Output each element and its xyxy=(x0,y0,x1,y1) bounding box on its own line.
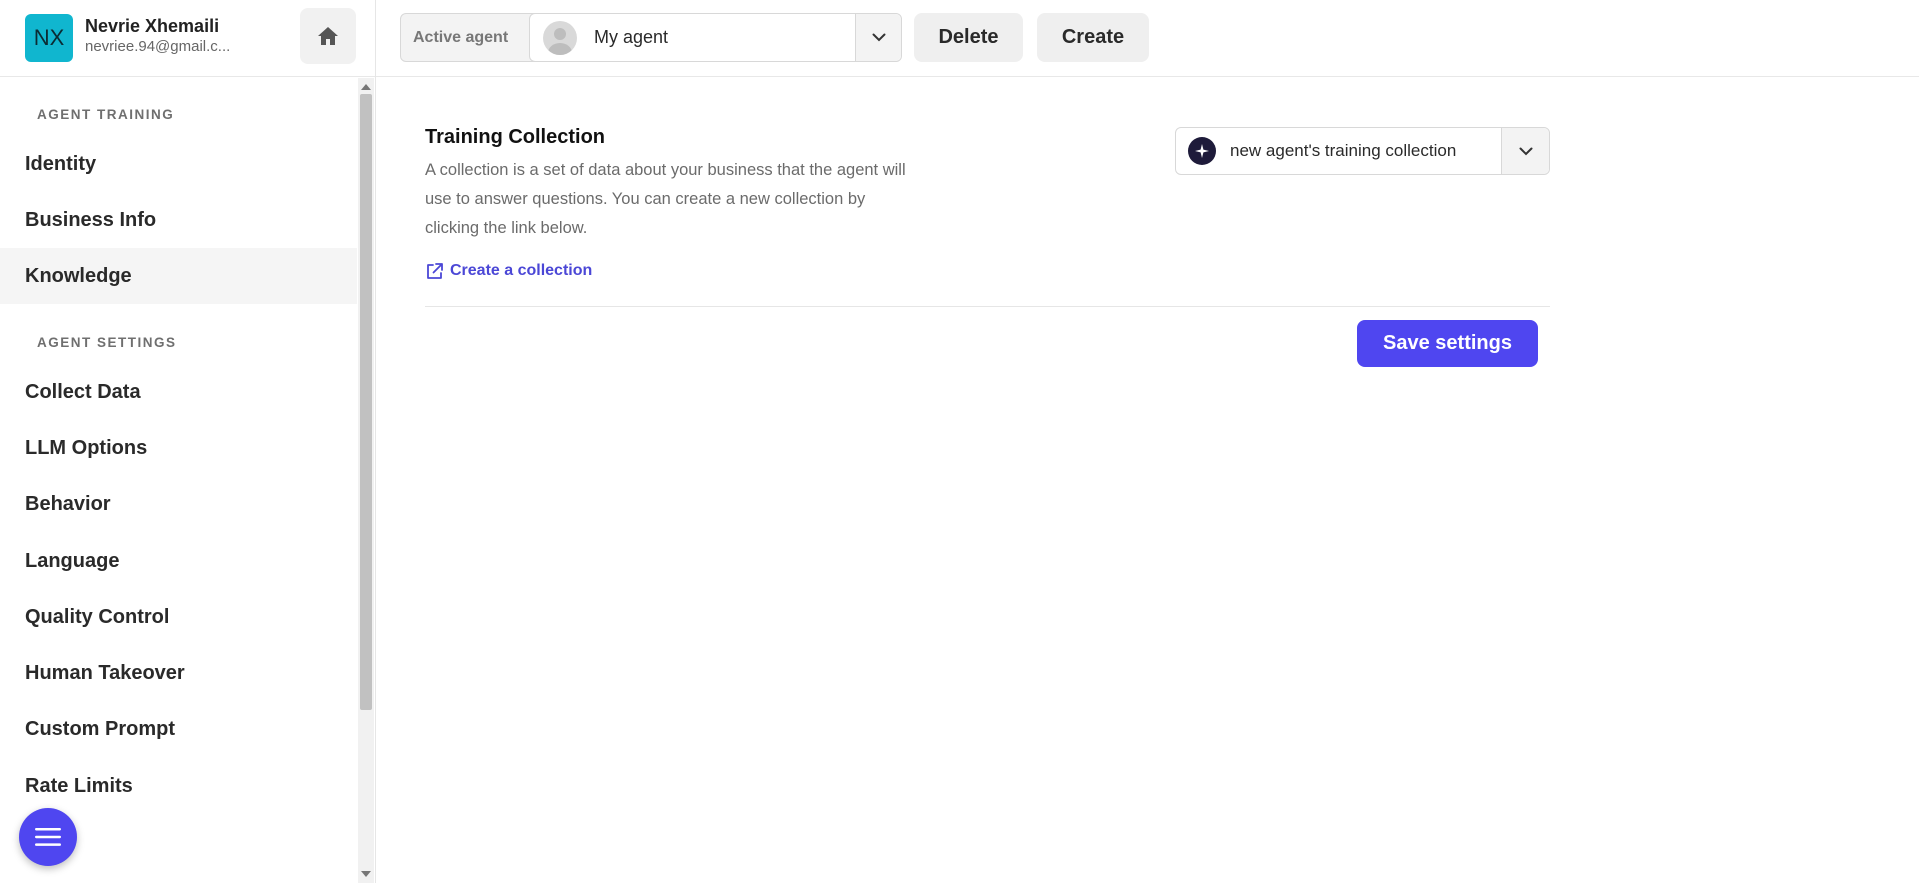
sidebar-item-llm-options[interactable]: LLM Options xyxy=(0,420,357,476)
sidebar-item-quality-control[interactable]: Quality Control xyxy=(0,589,357,645)
sidebar-item-custom-prompt[interactable]: Custom Prompt xyxy=(0,701,357,757)
create-button[interactable]: Create xyxy=(1037,13,1149,62)
menu-icon xyxy=(35,828,61,846)
top-bar: Active agent My agent Delete Create xyxy=(376,0,1919,77)
sidebar-item-knowledge[interactable]: Knowledge xyxy=(0,248,357,304)
sidebar-item-rate-limits[interactable]: Rate Limits xyxy=(0,758,357,814)
sparkle-icon xyxy=(1188,137,1216,165)
agent-dropdown[interactable]: My agent xyxy=(529,13,902,62)
collection-dropdown[interactable]: new agent's training collection xyxy=(1175,127,1550,175)
scroll-up-arrow-icon[interactable] xyxy=(361,84,371,90)
user-name: Nevrie Xhemaili xyxy=(85,16,220,36)
section-label-agent-training: AGENT TRAINING xyxy=(37,107,175,122)
app: NX Nevrie Xhemaili nevriee.94@gmail.c...… xyxy=(0,0,1919,883)
main-content: Training Collection A collection is a se… xyxy=(376,78,1919,883)
user-email: nevriee.94@gmail.c... xyxy=(85,38,231,55)
scroll-thumb[interactable] xyxy=(360,94,372,710)
create-collection-label: Create a collection xyxy=(450,262,593,279)
agent-name: My agent xyxy=(594,27,669,47)
avatar[interactable]: NX xyxy=(25,14,73,62)
create-collection-link[interactable]: Create a collection xyxy=(425,259,592,283)
scroll-down-arrow-icon[interactable] xyxy=(361,871,371,877)
sidebar-item-human-takeover[interactable]: Human Takeover xyxy=(0,645,357,701)
home-icon xyxy=(318,27,338,45)
sidebar-item-identity[interactable]: Identity xyxy=(0,136,357,192)
section-title: Training Collection xyxy=(425,126,606,148)
section-label-agent-settings: AGENT SETTINGS xyxy=(37,335,177,350)
selected-collection: new agent's training collection xyxy=(1230,141,1457,160)
sidebar-item-behavior[interactable]: Behavior xyxy=(0,476,357,532)
active-agent-selector: Active agent My agent xyxy=(400,13,902,62)
sidebar-item-collect-data[interactable]: Collect Data xyxy=(0,364,357,420)
agent-dropdown-toggle[interactable] xyxy=(855,14,901,61)
collection-dropdown-toggle[interactable] xyxy=(1501,128,1549,174)
sidebar-item-language[interactable]: Language xyxy=(0,533,357,589)
section-description: A collection is a set of data about your… xyxy=(425,161,906,237)
sidebar-scrollbar[interactable] xyxy=(358,78,374,883)
agent-avatar-icon xyxy=(543,21,577,55)
home-button[interactable] xyxy=(300,8,356,64)
active-agent-label: Active agent xyxy=(413,28,509,46)
sidebar: NX Nevrie Xhemaili nevriee.94@gmail.c...… xyxy=(0,0,376,883)
sidebar-nav: AGENT TRAINING Identity Business Info Kn… xyxy=(0,78,357,883)
save-settings-button[interactable]: Save settings xyxy=(1357,320,1538,367)
chevron-down-icon xyxy=(872,33,885,42)
menu-fab-button[interactable] xyxy=(19,808,77,866)
divider xyxy=(425,306,1550,307)
external-link-icon xyxy=(427,262,443,279)
chevron-down-icon xyxy=(1519,147,1532,155)
user-header: NX Nevrie Xhemaili nevriee.94@gmail.c... xyxy=(0,0,375,77)
delete-button[interactable]: Delete xyxy=(914,13,1023,62)
sidebar-item-business-info[interactable]: Business Info xyxy=(0,192,357,248)
